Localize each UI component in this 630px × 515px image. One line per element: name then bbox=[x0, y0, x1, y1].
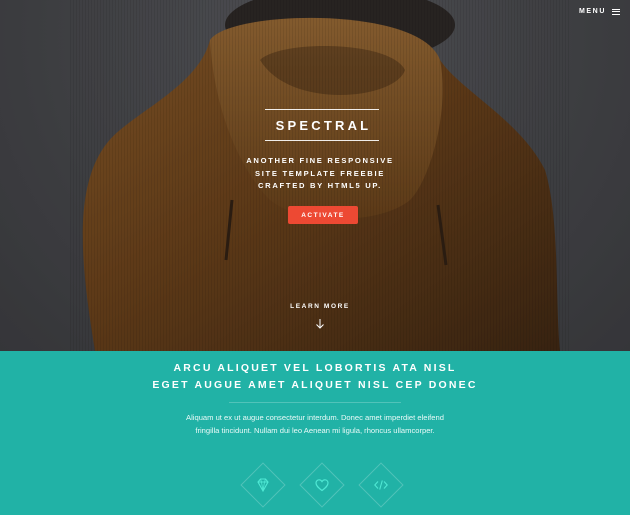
intro-body-line: fringilla tincidunt. Nullam dui leo Aene… bbox=[195, 425, 435, 435]
intro-heading-line: ARCU ALIQUET VEL LOBORTIS ATA NISL bbox=[173, 362, 457, 374]
banner: MENU SPECTRAL ANOTHER FINE RESPONSIVE SI… bbox=[0, 0, 630, 351]
learn-more-link[interactable]: LEARN MORE bbox=[270, 303, 370, 310]
feature-icon-diamond bbox=[240, 462, 286, 508]
intro-divider bbox=[229, 402, 401, 403]
site-title-box: SPECTRAL bbox=[265, 109, 379, 141]
intro-heading: ARCU ALIQUET VEL LOBORTIS ATA NISL EGET … bbox=[130, 360, 500, 394]
intro-section: ARCU ALIQUET VEL LOBORTIS ATA NISL EGET … bbox=[0, 351, 630, 515]
feature-icon-heart bbox=[299, 462, 345, 508]
diamond-gem-icon bbox=[257, 478, 269, 493]
hero-content: SPECTRAL ANOTHER FINE RESPONSIVE SITE TE… bbox=[0, 0, 630, 351]
feature-icon-code bbox=[358, 462, 404, 508]
intro-body: Aliquam ut ex ut augue consectetur inter… bbox=[150, 412, 480, 437]
site-title: SPECTRAL bbox=[275, 117, 372, 133]
arrow-down-icon[interactable] bbox=[314, 318, 326, 330]
intro-body-line: Aliquam ut ex ut augue consectetur inter… bbox=[186, 413, 444, 422]
code-icon bbox=[374, 480, 388, 490]
intro-heading-line: EGET AUGUE AMET ALIQUET NISL CEP DONEC bbox=[152, 379, 478, 391]
tagline-line: ANOTHER FINE RESPONSIVE bbox=[246, 156, 394, 165]
tagline-line: SITE TEMPLATE FREEBIE bbox=[254, 168, 386, 178]
tagline-line: CRAFTED BY HTML5 UP. bbox=[257, 181, 382, 190]
feature-icons bbox=[0, 462, 630, 512]
activate-button[interactable]: ACTIVATE bbox=[288, 206, 358, 224]
heart-icon bbox=[315, 479, 329, 492]
site-tagline: ANOTHER FINE RESPONSIVE SITE TEMPLATE FR… bbox=[200, 155, 440, 193]
